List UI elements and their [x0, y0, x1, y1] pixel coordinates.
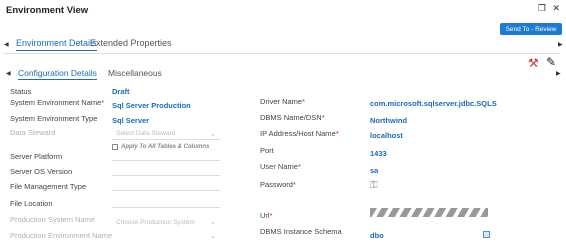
- required-marker: *: [302, 97, 306, 106]
- tab-configuration-details[interactable]: Configuration Details: [18, 68, 97, 80]
- data-steward-label: Data Steward: [10, 128, 56, 137]
- tab-environment-details[interactable]: Environment Details: [16, 38, 97, 51]
- password-label: Password*: [260, 180, 296, 189]
- driver-name-text: Driver Name: [260, 97, 303, 106]
- required-marker: *: [297, 162, 301, 171]
- production-environment-name-label: Production Environment Name: [10, 231, 113, 240]
- server-platform-label: Server Platform: [10, 152, 63, 161]
- required-marker: *: [101, 98, 105, 107]
- server-os-underline[interactable]: [112, 175, 220, 176]
- chevron-down-icon[interactable]: ⌄: [210, 232, 216, 240]
- close-icon[interactable]: ✕: [552, 3, 560, 13]
- outer-tab-bar: ◀ Environment Details Extended Propertie…: [0, 34, 566, 52]
- required-marker: *: [269, 211, 273, 220]
- required-marker: *: [321, 113, 325, 122]
- chevron-down-icon[interactable]: ⌄: [210, 218, 216, 226]
- ip-address-label: IP Address/Host Name*: [260, 129, 339, 138]
- chevron-down-icon[interactable]: ⌄: [210, 130, 216, 138]
- user-name-value[interactable]: sa: [370, 166, 378, 175]
- system-environment-name-text: System Environment Name: [10, 98, 102, 107]
- inner-scroll-right-icon[interactable]: ▶: [556, 70, 561, 77]
- url-label: Url*: [260, 211, 273, 220]
- scroll-right-icon[interactable]: ▶: [558, 41, 563, 48]
- data-steward-underline: [112, 139, 220, 140]
- dbms-instance-schema-value[interactable]: dbo: [370, 231, 384, 240]
- inner-tab-bar: ◀ Configuration Details Miscellaneous ▶: [0, 62, 566, 80]
- inner-scroll-left-icon[interactable]: ◀: [6, 70, 11, 77]
- system-environment-type-value[interactable]: Sql Server: [112, 116, 149, 125]
- system-environment-name-value[interactable]: Sql Server Production: [112, 101, 191, 110]
- ip-address-value[interactable]: localhost: [370, 131, 403, 140]
- apply-all-checkbox[interactable]: [112, 144, 118, 150]
- driver-name-value[interactable]: com.microsoft.sqlserver.jdbc.SQLS: [370, 99, 497, 108]
- schema-picker-icon[interactable]: [483, 231, 490, 238]
- status-label: Status: [10, 87, 32, 96]
- dbms-instance-schema-label: DBMS Instance Schema: [260, 227, 342, 236]
- url-text: Url: [260, 211, 270, 220]
- window-controls: ❐ ✕: [534, 3, 560, 14]
- scroll-left-icon[interactable]: ◀: [4, 41, 9, 48]
- apply-all-label: Apply To All Tables & Columns: [121, 144, 210, 150]
- required-marker: *: [292, 180, 296, 189]
- title-bar: Environment View ❐ ✕: [0, 0, 566, 18]
- port-value[interactable]: 1433: [370, 149, 387, 158]
- key-icon[interactable]: ⚿: [370, 180, 378, 191]
- server-platform-underline[interactable]: [112, 160, 220, 161]
- user-name-label: User Name*: [260, 162, 301, 171]
- ip-address-text: IP Address/Host Name: [260, 129, 336, 138]
- status-value: Draft: [112, 87, 130, 96]
- server-os-version-label: Server OS Version: [10, 167, 73, 176]
- dbms-name-value[interactable]: Northwind: [370, 116, 407, 125]
- system-environment-type-label: System Environment Type: [10, 114, 98, 123]
- file-location-underline[interactable]: [112, 207, 220, 208]
- tab-miscellaneous[interactable]: Miscellaneous: [108, 68, 162, 78]
- window-title: Environment View: [6, 5, 89, 16]
- file-location-label: File Location: [10, 199, 53, 208]
- password-text: Password: [260, 180, 293, 189]
- system-environment-name-label: System Environment Name*: [10, 98, 104, 107]
- tab-extended-properties[interactable]: Extended Properties: [90, 38, 172, 48]
- production-system-select[interactable]: Choose Production System: [116, 219, 195, 226]
- dbms-name-label: DBMS Name/DSN*: [260, 113, 325, 122]
- user-name-text: User Name: [260, 162, 298, 171]
- data-steward-select[interactable]: Select Data Steward: [116, 130, 175, 137]
- url-masked-field[interactable]: [370, 208, 488, 217]
- restore-icon[interactable]: ❐: [538, 3, 546, 13]
- file-management-type-label: File Management Type: [10, 182, 87, 191]
- port-label: Port: [260, 146, 274, 155]
- driver-name-label: Driver Name*: [260, 97, 305, 106]
- dbms-name-text: DBMS Name/DSN: [260, 113, 322, 122]
- file-management-underline[interactable]: [112, 190, 220, 191]
- production-system-name-label: Production System Name: [10, 215, 96, 224]
- required-marker: *: [335, 129, 339, 138]
